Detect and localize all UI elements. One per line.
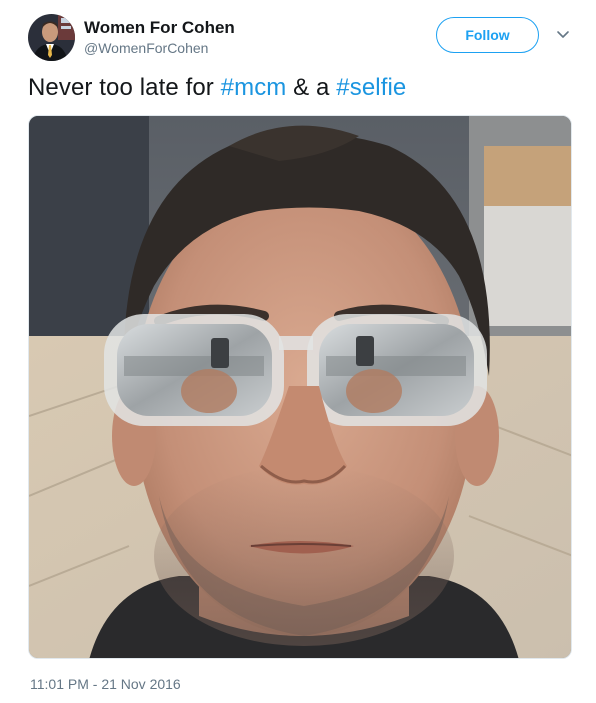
tweet-text-part: & a xyxy=(286,74,337,101)
tweet-photo[interactable] xyxy=(28,115,572,659)
user-handle[interactable]: @WomenForCohen xyxy=(84,40,235,57)
selfie-photo xyxy=(29,116,571,658)
display-name[interactable]: Women For Cohen xyxy=(84,18,235,38)
hashtag-mcm[interactable]: #mcm xyxy=(221,74,287,101)
hashtag-selfie[interactable]: #selfie xyxy=(336,74,406,101)
tweet-text: Never too late for #mcm & a #selfie xyxy=(28,74,406,102)
tweet-text-part: Never too late for xyxy=(28,74,221,101)
avatar[interactable] xyxy=(28,14,75,61)
chevron-down-icon[interactable] xyxy=(556,28,570,42)
tweet-header: Women For Cohen @WomenForCohen Follow xyxy=(28,14,573,66)
follow-button[interactable]: Follow xyxy=(436,17,539,53)
tweet-card: Women For Cohen @WomenForCohen Follow Ne… xyxy=(0,0,596,703)
user-names: Women For Cohen @WomenForCohen xyxy=(84,18,235,57)
tweet-timestamp[interactable]: 11:01 PM - 21 Nov 2016 xyxy=(30,676,181,692)
avatar-image xyxy=(28,14,75,61)
